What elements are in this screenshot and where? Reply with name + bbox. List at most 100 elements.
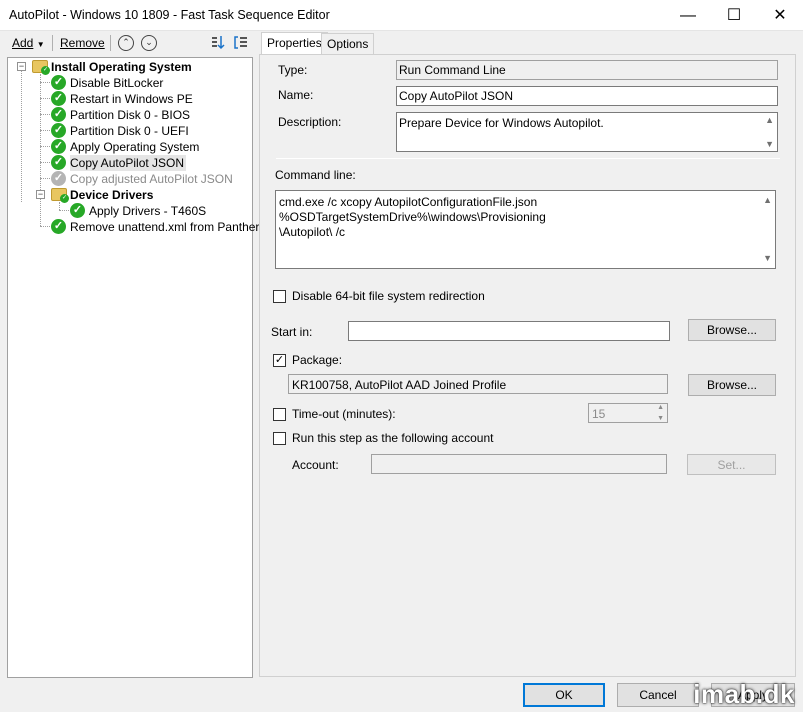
folder-icon: ✓ <box>32 60 50 75</box>
tree-item-label: Restart in Windows PE <box>70 92 193 106</box>
collapse-toggle[interactable]: − <box>17 62 26 71</box>
tab-options[interactable]: Options <box>321 33 375 55</box>
toolbar-separator <box>110 35 111 51</box>
add-button[interactable]: Add ▼ <box>12 36 45 50</box>
run-as-checkbox[interactable] <box>273 432 286 445</box>
description-field[interactable]: Prepare Device for Windows Autopilot. ▲ … <box>396 112 778 152</box>
move-down-icon[interactable]: ⌄ <box>141 35 157 51</box>
tree-connector <box>59 210 69 211</box>
folder-icon: ✓ <box>51 188 69 203</box>
tree-item-restart-winpe[interactable]: ✓ Restart in Windows PE <box>51 91 241 107</box>
expand-collapse-icon[interactable] <box>233 35 249 50</box>
timeout-stepper[interactable]: 15 ▲ ▼ <box>588 403 668 423</box>
check-icon: ✓ <box>51 75 66 90</box>
start-in-browse-button[interactable]: Browse... <box>688 319 776 341</box>
check-icon: ✓ <box>51 155 66 170</box>
tree-item-device-drivers[interactable]: ✓ Device Drivers <box>51 187 241 203</box>
check-icon: ✓ <box>51 107 66 122</box>
tree-item-disable-bitlocker[interactable]: ✓ Disable BitLocker <box>51 75 241 91</box>
tree-connector <box>40 178 50 179</box>
tree-item-label: Device Drivers <box>70 188 154 202</box>
description-text: Prepare Device for Windows Autopilot. <box>399 116 604 130</box>
description-label: Description: <box>278 115 342 129</box>
tree-item-label: Partition Disk 0 - UEFI <box>70 124 189 138</box>
check-icon: ✓ <box>70 203 85 218</box>
remove-button[interactable]: Remove <box>60 36 105 50</box>
command-line-text-2: \Autopilot\ /c <box>279 225 346 239</box>
scroll-up-icon[interactable]: ▲ <box>763 193 772 208</box>
stepper-down-icon[interactable]: ▼ <box>657 415 664 422</box>
start-in-field[interactable] <box>348 321 670 341</box>
move-up-icon[interactable]: ⌃ <box>118 35 134 51</box>
scroll-down-icon[interactable]: ▼ <box>763 251 772 266</box>
timeout-checkbox[interactable] <box>273 408 286 421</box>
timeout-label: Time-out (minutes): <box>292 407 396 421</box>
tree-item-partition-bios[interactable]: ✓ Partition Disk 0 - BIOS <box>51 107 241 123</box>
divider <box>276 158 780 159</box>
tree-connector <box>40 114 50 115</box>
sort-icon[interactable] <box>211 35 225 50</box>
package-label: Package: <box>292 353 343 367</box>
chevron-down-icon: ▼ <box>36 40 45 49</box>
watermark: imab.dk <box>693 679 795 709</box>
tree-connector <box>21 71 22 202</box>
title-bar: AutoPilot - Windows 10 1809 - Fast Task … <box>0 0 803 31</box>
name-field[interactable]: Copy AutoPilot JSON <box>396 86 778 106</box>
maximize-button[interactable]: ☐ <box>711 0 757 31</box>
check-icon: ✓ <box>51 171 66 186</box>
set-account-button: Set... <box>687 454 776 475</box>
tree-item-partition-uefi[interactable]: ✓ Partition Disk 0 - UEFI <box>51 123 241 139</box>
stepper-up-icon[interactable]: ▲ <box>657 404 664 411</box>
toolbar: Add ▼ Remove ⌃ ⌄ <box>0 32 256 54</box>
tree-item-copy-adjusted-json[interactable]: ✓ Copy adjusted AutoPilot JSON <box>51 171 246 187</box>
tree-connector <box>59 202 60 210</box>
ok-button[interactable]: OK <box>523 683 605 707</box>
account-field <box>371 454 667 474</box>
type-label: Type: <box>278 63 308 77</box>
tree-item-label: Disable BitLocker <box>70 76 164 90</box>
tree-item-apply-drivers[interactable]: ✓ Apply Drivers - T460S <box>70 203 240 219</box>
properties-panel: Type: Run Command Line Name: Copy AutoPi… <box>259 54 796 677</box>
tree-item-apply-os[interactable]: ✓ Apply Operating System <box>51 139 241 155</box>
check-icon: ✓ <box>51 139 66 154</box>
tree-connector <box>40 74 41 226</box>
check-icon: ✓ <box>51 123 66 138</box>
cancel-button[interactable]: Cancel <box>617 683 699 707</box>
disable64-label: Disable 64-bit file system redirection <box>292 289 485 303</box>
check-icon: ✓ <box>51 219 66 234</box>
tree-item-label: Install Operating System <box>51 60 192 74</box>
account-label: Account: <box>292 458 339 472</box>
package-browse-button[interactable]: Browse... <box>688 374 776 396</box>
scroll-up-icon[interactable]: ▲ <box>765 115 774 125</box>
check-icon: ✓ <box>51 91 66 106</box>
command-line-field[interactable]: cmd.exe /c xcopy AutopilotConfigurationF… <box>275 190 776 269</box>
tree-connector <box>40 162 50 163</box>
run-as-label: Run this step as the following account <box>292 431 494 445</box>
tree-connector <box>40 130 50 131</box>
minimize-button[interactable]: — <box>665 0 711 31</box>
add-label: Add <box>12 36 34 50</box>
tree-item-copy-autopilot-json[interactable]: ✓ Copy AutoPilot JSON <box>51 155 241 171</box>
tree-item-label: Copy AutoPilot JSON <box>70 155 187 171</box>
tree-item-label: Remove unattend.xml from Panther <box>70 220 260 234</box>
package-field: KR100758, AutoPilot AAD Joined Profile <box>288 374 668 394</box>
close-button[interactable]: ✕ <box>757 0 803 31</box>
start-in-label: Start in: <box>271 325 313 339</box>
tree-item-install-os[interactable]: ✓ Install Operating System <box>32 59 242 75</box>
toolbar-separator <box>52 35 53 51</box>
command-line-text-1: cmd.exe /c xcopy AutopilotConfigurationF… <box>279 195 546 224</box>
tree-connector <box>40 146 50 147</box>
tree-item-remove-unattend[interactable]: ✓ Remove unattend.xml from Panther <box>51 219 259 235</box>
tree-item-label: Partition Disk 0 - BIOS <box>70 108 191 122</box>
tab-properties[interactable]: Properties <box>261 32 328 55</box>
command-line-label: Command line: <box>275 168 356 182</box>
package-checkbox[interactable]: ✓ <box>273 354 286 367</box>
disable64-checkbox[interactable] <box>273 290 286 303</box>
tree-connector <box>40 82 50 83</box>
name-label: Name: <box>278 88 314 102</box>
scroll-down-icon[interactable]: ▼ <box>765 139 774 149</box>
collapse-toggle[interactable]: − <box>36 190 45 199</box>
task-sequence-tree[interactable]: − − ✓ Install Operating System ✓ Disable… <box>7 57 259 678</box>
tree-item-label: Apply Drivers - T460S <box>89 204 207 218</box>
timeout-value: 15 <box>592 407 606 421</box>
